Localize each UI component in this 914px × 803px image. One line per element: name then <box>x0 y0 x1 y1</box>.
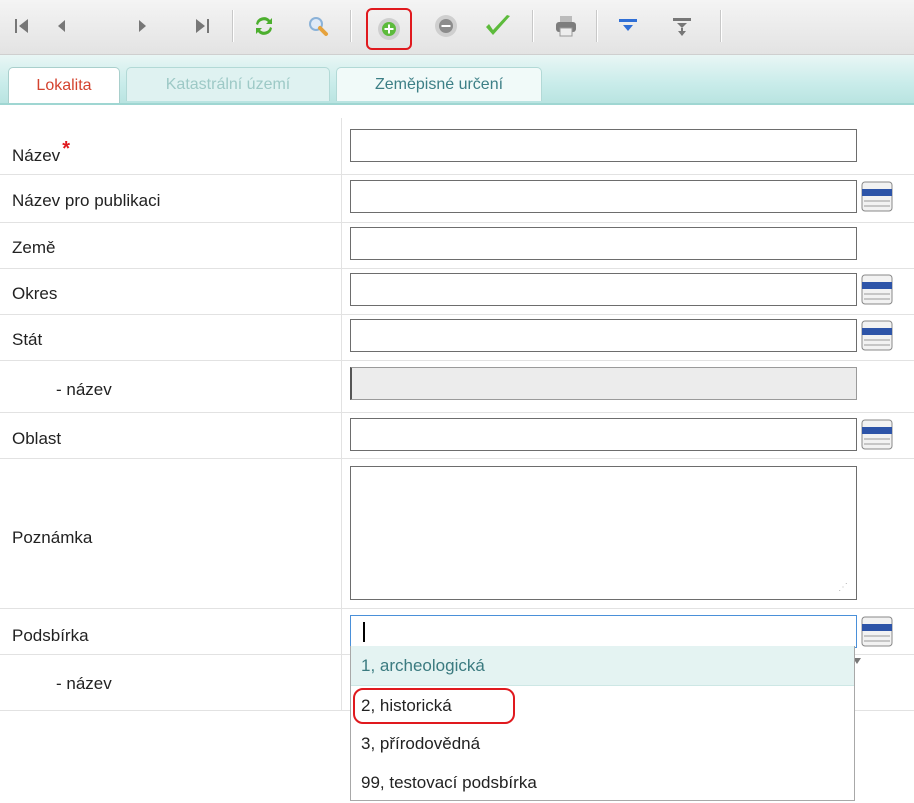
lookup-list-icon[interactable] <box>861 180 893 213</box>
option-highlight-box <box>353 688 515 724</box>
tab-label: Katastrální území <box>165 75 291 93</box>
toolbar <box>0 0 914 55</box>
confirm-button[interactable] <box>480 7 516 45</box>
previous-record-button[interactable] <box>44 7 80 45</box>
form-row-oblast: Oblast <box>0 412 914 459</box>
form-row-stat-nazev: - název <box>0 360 914 413</box>
oblast-label: Oblast <box>12 429 62 448</box>
refresh-button[interactable] <box>246 7 282 45</box>
tab-label: Zeměpisné určení <box>374 75 504 93</box>
previous-icon <box>58 20 65 32</box>
oblast-input[interactable] <box>350 418 857 451</box>
zeme-input[interactable] <box>350 227 857 260</box>
lookup-list-icon[interactable] <box>861 273 893 306</box>
nazev-publikace-label: Název pro publikaci <box>12 191 161 210</box>
stat-nazev-readonly-field <box>350 367 857 400</box>
tab-katastralni-uzemi: Katastrální území <box>126 67 330 101</box>
lookup-list-icon[interactable] <box>861 418 893 451</box>
stat-input[interactable] <box>350 319 857 352</box>
form-row-nazev: Název * <box>0 118 914 175</box>
next-record-button[interactable] <box>124 7 160 45</box>
print-button[interactable] <box>548 7 584 45</box>
form-row-okres: Okres <box>0 268 914 315</box>
clear-filter-icon <box>673 18 691 36</box>
last-icon <box>196 19 209 33</box>
podsbirka-nazev-label: - název <box>56 674 112 693</box>
delete-record-button[interactable] <box>428 7 464 45</box>
add-icon <box>378 18 400 40</box>
form-row-nazev-publikace: Název pro publikaci <box>0 174 914 223</box>
poznamka-textarea[interactable] <box>350 466 857 600</box>
tab-bar: Lokalita Katastrální území Zeměpisné urč… <box>0 55 914 105</box>
tab-zemepisne-urceni[interactable]: Zeměpisné určení <box>336 67 542 101</box>
checkmark-icon <box>486 15 510 35</box>
dropdown-option[interactable]: 99, testovací podsbírka <box>351 763 854 803</box>
poznamka-label: Poznámka <box>12 528 93 547</box>
toolbar-separator <box>596 10 598 42</box>
filter-button[interactable] <box>610 7 646 45</box>
okres-input[interactable] <box>350 273 857 306</box>
printer-icon <box>556 16 576 37</box>
stat-nazev-label: - název <box>56 380 112 399</box>
dropdown-option[interactable]: 1, archeologická <box>351 646 854 686</box>
last-record-button[interactable] <box>184 7 220 45</box>
dropdown-option[interactable]: 3, přírodovědná <box>351 724 854 764</box>
filter-icon <box>619 19 637 31</box>
lookup-list-icon[interactable] <box>861 615 893 648</box>
clear-filter-button[interactable] <box>664 7 700 45</box>
okres-label: Okres <box>12 284 58 303</box>
add-record-button[interactable] <box>366 8 412 50</box>
stat-label: Stát <box>12 330 43 349</box>
resize-grip-icon[interactable]: ⋰ <box>838 582 848 593</box>
nazev-publikace-input[interactable] <box>350 180 857 213</box>
remove-icon <box>435 15 457 37</box>
zeme-label: Země <box>12 238 56 257</box>
first-icon <box>15 19 28 33</box>
podsbirka-label: Podsbírka <box>12 626 89 645</box>
first-record-button[interactable] <box>4 7 40 45</box>
toolbar-separator <box>232 10 234 42</box>
tab-lokalita[interactable]: Lokalita <box>8 67 120 103</box>
nazev-label: Název * <box>12 138 70 165</box>
toolbar-separator <box>350 10 352 42</box>
toolbar-separator <box>532 10 534 42</box>
text-caret <box>363 622 365 642</box>
toolbar-separator <box>720 10 722 42</box>
search-button[interactable] <box>300 7 336 45</box>
search-icon <box>309 17 328 36</box>
nazev-input[interactable] <box>350 129 857 162</box>
refresh-icon <box>256 17 272 35</box>
required-marker: * <box>62 138 70 160</box>
lookup-list-icon[interactable] <box>861 319 893 352</box>
next-icon <box>139 20 146 32</box>
form-row-stat: Stát <box>0 314 914 361</box>
podsbirka-input[interactable] <box>350 615 857 648</box>
form-row-zeme: Země <box>0 222 914 269</box>
tab-label: Lokalita <box>36 76 92 94</box>
